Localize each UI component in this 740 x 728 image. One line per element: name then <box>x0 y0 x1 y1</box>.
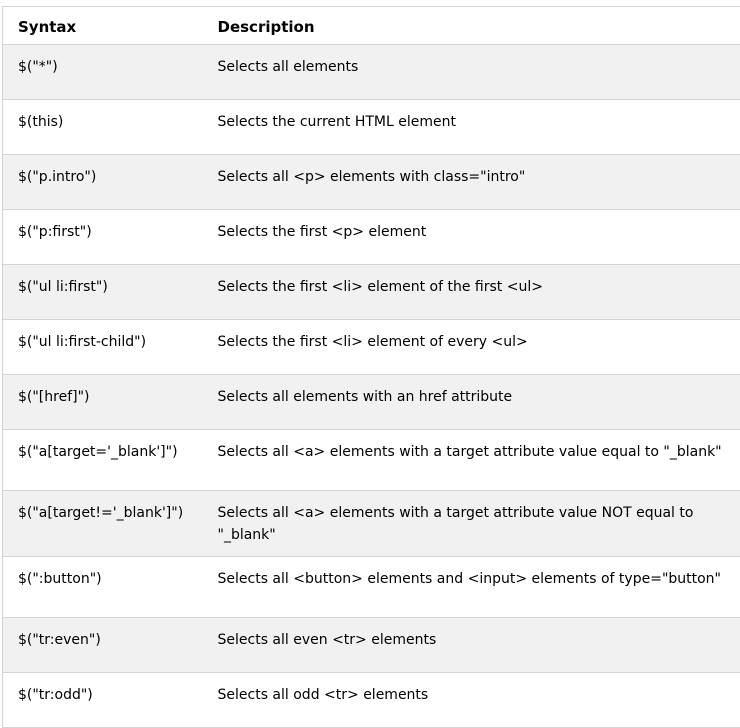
syntax-cell: $("p.intro") <box>3 155 203 210</box>
syntax-cell: $("a[target='_blank']") <box>3 430 203 491</box>
table-row: $("ul li:first-child") Selects the first… <box>3 320 740 375</box>
syntax-cell: $(this) <box>3 100 203 155</box>
description-cell: Selects all even <tr> elements <box>203 618 740 673</box>
table-header-row: Syntax Description <box>3 7 740 45</box>
syntax-cell: $("ul li:first") <box>3 265 203 320</box>
selector-reference: Syntax Description $("*") Selects all el… <box>2 6 740 728</box>
description-cell: Selects the first <li> element of the fi… <box>203 265 740 320</box>
syntax-cell: $("tr:even") <box>3 618 203 673</box>
description-cell: Selects all <a> elements with a target a… <box>203 491 740 557</box>
description-cell: Selects all elements <box>203 45 740 100</box>
table-row: $(":button") Selects all <button> elemen… <box>3 557 740 618</box>
table-row: $("[href]") Selects all elements with an… <box>3 375 740 430</box>
description-cell: Selects all odd <tr> elements <box>203 673 740 728</box>
description-cell: Selects all <a> elements with a target a… <box>203 430 740 491</box>
table-row: $("tr:odd") Selects all odd <tr> element… <box>3 673 740 728</box>
syntax-cell: $("tr:odd") <box>3 673 203 728</box>
syntax-cell: $(":button") <box>3 557 203 618</box>
syntax-cell: $("a[target!='_blank']") <box>3 491 203 557</box>
syntax-cell: $("*") <box>3 45 203 100</box>
description-cell: Selects the current HTML element <box>203 100 740 155</box>
syntax-cell: $("[href]") <box>3 375 203 430</box>
description-cell: Selects the first <p> element <box>203 210 740 265</box>
table-row: $("a[target='_blank']") Selects all <a> … <box>3 430 740 491</box>
description-cell: Selects all <p> elements with class="int… <box>203 155 740 210</box>
syntax-cell: $("p:first") <box>3 210 203 265</box>
selector-table: Syntax Description $("*") Selects all el… <box>2 6 740 728</box>
description-cell: Selects all <button> elements and <input… <box>203 557 740 618</box>
table-row: $("a[target!='_blank']") Selects all <a>… <box>3 491 740 557</box>
syntax-cell: $("ul li:first-child") <box>3 320 203 375</box>
description-cell: Selects all elements with an href attrib… <box>203 375 740 430</box>
table-row: $("*") Selects all elements <box>3 45 740 100</box>
description-cell: Selects the first <li> element of every … <box>203 320 740 375</box>
table-row: $("p:first") Selects the first <p> eleme… <box>3 210 740 265</box>
syntax-column-header: Syntax <box>3 7 203 45</box>
table-row: $("ul li:first") Selects the first <li> … <box>3 265 740 320</box>
table-row: $("p.intro") Selects all <p> elements wi… <box>3 155 740 210</box>
table-row: $(this) Selects the current HTML element <box>3 100 740 155</box>
description-column-header: Description <box>203 7 740 45</box>
table-row: $("tr:even") Selects all even <tr> eleme… <box>3 618 740 673</box>
